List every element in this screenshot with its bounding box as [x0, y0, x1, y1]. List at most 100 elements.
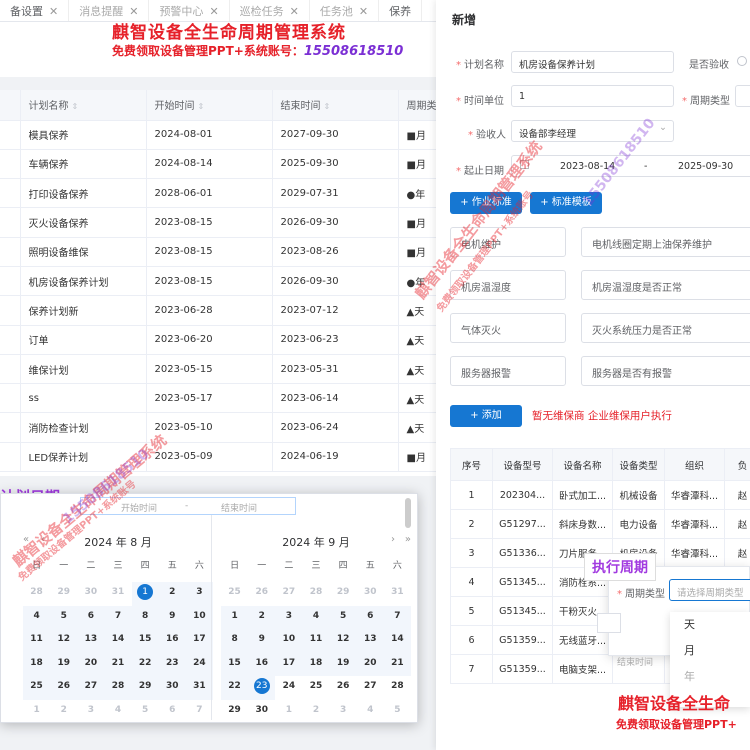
next-year-icon[interactable]: »	[405, 534, 411, 545]
calendar-day[interactable]: 5	[329, 605, 357, 629]
calendar-day[interactable]: 31	[185, 676, 213, 700]
calendar-day[interactable]: 13	[77, 629, 105, 653]
calendar-day[interactable]: 21	[383, 652, 411, 676]
calendar-day[interactable]: 14	[383, 629, 411, 653]
table-row[interactable]: LED保养计划 2023-05-09 2024-06-19 ■月	[0, 442, 436, 473]
calendar-day[interactable]: 28	[104, 676, 132, 700]
calendar-day[interactable]: 18	[302, 652, 330, 676]
row-checkbox-cell[interactable]	[0, 207, 21, 238]
row-checkbox-cell[interactable]	[0, 383, 21, 414]
table-row[interactable]: ss 2023-05-17 2023-06-14 ▲天	[0, 383, 436, 414]
calendar-day[interactable]: 17	[185, 629, 213, 653]
tab-device-settings[interactable]: 备设置 ✕	[0, 0, 70, 21]
calendar-day[interactable]: 4	[357, 700, 384, 724]
calendar-day[interactable]: 25	[23, 676, 51, 700]
add-button[interactable]: + 添加	[450, 405, 522, 427]
calendar-day[interactable]: 1	[131, 582, 159, 606]
calendar-day[interactable]: 2	[302, 700, 329, 724]
table-row[interactable]: 灭火设备保养 2023-08-15 2026-09-30 ■月	[0, 207, 436, 238]
table-row[interactable]: 车辆保养 2024-08-14 2025-09-30 ■月	[0, 149, 436, 180]
row-checkbox-cell[interactable]	[0, 149, 21, 180]
table-row[interactable]: 消防检查计划 2023-05-10 2023-06-24 ▲天	[0, 412, 436, 443]
calendar-day[interactable]: 5	[132, 700, 159, 724]
column-header-plan-name[interactable]: 计划名称 ⇕	[20, 90, 147, 121]
calendar-day[interactable]: 19	[50, 652, 78, 676]
calendar-day[interactable]: 21	[104, 652, 132, 676]
calendar-day[interactable]: 11	[302, 629, 330, 653]
calendar-day[interactable]: 31	[384, 582, 411, 606]
standard-item-content[interactable]: 电机线圈定期上油保养维护	[581, 227, 750, 257]
sort-icon[interactable]: ⇕	[324, 102, 331, 111]
cycle-type-popover-select[interactable]: 请选择周期类型	[669, 579, 750, 601]
calendar-day[interactable]: 23	[158, 652, 186, 676]
standard-item-name[interactable]: 气体灭火	[450, 313, 566, 343]
calendar-day[interactable]: 5	[384, 700, 411, 724]
calendar-day[interactable]: 1	[275, 700, 302, 724]
calendar-day[interactable]: 29	[330, 582, 357, 606]
next-month-icon[interactable]: ›	[391, 534, 395, 545]
table-row[interactable]: 机房设备保养计划 2023-08-15 2026-09-30 ●年	[0, 266, 436, 297]
close-icon[interactable]: ✕	[129, 5, 138, 18]
calendar-day[interactable]: 20	[77, 652, 105, 676]
calendar-day[interactable]: 1	[221, 605, 249, 629]
row-checkbox-cell[interactable]	[0, 325, 21, 355]
calendar-day[interactable]: 2	[158, 582, 186, 606]
standard-item-content[interactable]: 灭火系统压力是否正常	[581, 313, 750, 343]
calendar-day[interactable]: 30	[158, 676, 186, 700]
calendar-day[interactable]: 2	[50, 700, 77, 724]
calendar-day[interactable]: 29	[50, 582, 77, 606]
time-unit-input[interactable]: 1	[511, 85, 674, 107]
calendar-day[interactable]: 28	[384, 676, 411, 700]
calendar-day[interactable]: 30	[77, 582, 104, 606]
calendar-day[interactable]: 25	[221, 582, 248, 606]
calendar-day[interactable]: 29	[131, 676, 159, 700]
calendar-day[interactable]: 28	[23, 582, 50, 606]
calendar-day[interactable]: 29	[221, 700, 248, 724]
calendar-day[interactable]: 10	[275, 629, 303, 653]
calendar-day[interactable]: 4	[104, 700, 131, 724]
calendar-day[interactable]: 3	[185, 582, 213, 606]
small-select-stub[interactable]	[597, 613, 621, 633]
calendar-day[interactable]: 5	[50, 605, 78, 629]
calendar-day[interactable]: 26	[330, 676, 357, 700]
scrollbar-thumb[interactable]	[405, 498, 411, 528]
need-accept-radio[interactable]	[737, 56, 747, 66]
calendar-day[interactable]: 18	[23, 652, 51, 676]
calendar-day[interactable]: 3	[330, 700, 357, 724]
calendar-day[interactable]: 6	[159, 700, 186, 724]
close-icon[interactable]: ✕	[49, 5, 58, 18]
calendar-day[interactable]: 1	[23, 700, 50, 724]
table-row[interactable]: 1 202304... 卧式加工... 机械设备 华睿潭科... 赵	[450, 480, 750, 510]
calendar-day[interactable]: 24	[185, 652, 213, 676]
standard-item-content[interactable]: 机房温湿度是否正常	[581, 270, 750, 300]
calendar-day[interactable]: 22	[221, 676, 249, 700]
table-row[interactable]: 照明设备维保 2023-08-15 2023-08-26 ■月	[0, 237, 436, 267]
calendar-day[interactable]: 16	[248, 652, 276, 676]
calendar-day[interactable]: 15	[221, 652, 249, 676]
calendar-day[interactable]: 8	[131, 605, 159, 629]
dropdown-option-year[interactable]: 年	[670, 664, 750, 690]
calendar-day[interactable]: 7	[383, 605, 411, 629]
row-checkbox-cell[interactable]	[0, 178, 21, 209]
calendar-day[interactable]: 12	[50, 629, 78, 653]
calendar-day[interactable]: 6	[77, 605, 105, 629]
row-checkbox-cell[interactable]	[0, 442, 21, 473]
calendar-day[interactable]: 14	[104, 629, 132, 653]
close-icon[interactable]: ✕	[209, 5, 218, 18]
close-icon[interactable]: ✕	[359, 5, 368, 18]
row-checkbox-cell[interactable]	[0, 266, 21, 297]
calendar-day[interactable]: 7	[186, 700, 213, 724]
calendar-day[interactable]: 27	[77, 676, 105, 700]
calendar-day[interactable]: 19	[329, 652, 357, 676]
calendar-day[interactable]: 30	[357, 582, 384, 606]
column-header-end-time[interactable]: 结束时间 ⇕	[272, 90, 399, 121]
standard-item-name[interactable]: 服务器报警	[450, 356, 566, 386]
close-icon[interactable]: ✕	[290, 5, 299, 18]
calendar-day[interactable]: 7	[104, 605, 132, 629]
calendar-day[interactable]: 2	[248, 605, 276, 629]
standard-item-content[interactable]: 服务器是否有报警	[581, 356, 750, 386]
calendar-day[interactable]: 4	[23, 605, 51, 629]
calendar-day[interactable]: 26	[50, 676, 78, 700]
cycle-type-select[interactable]	[735, 85, 750, 107]
dropdown-option-day[interactable]: 天	[670, 612, 750, 638]
